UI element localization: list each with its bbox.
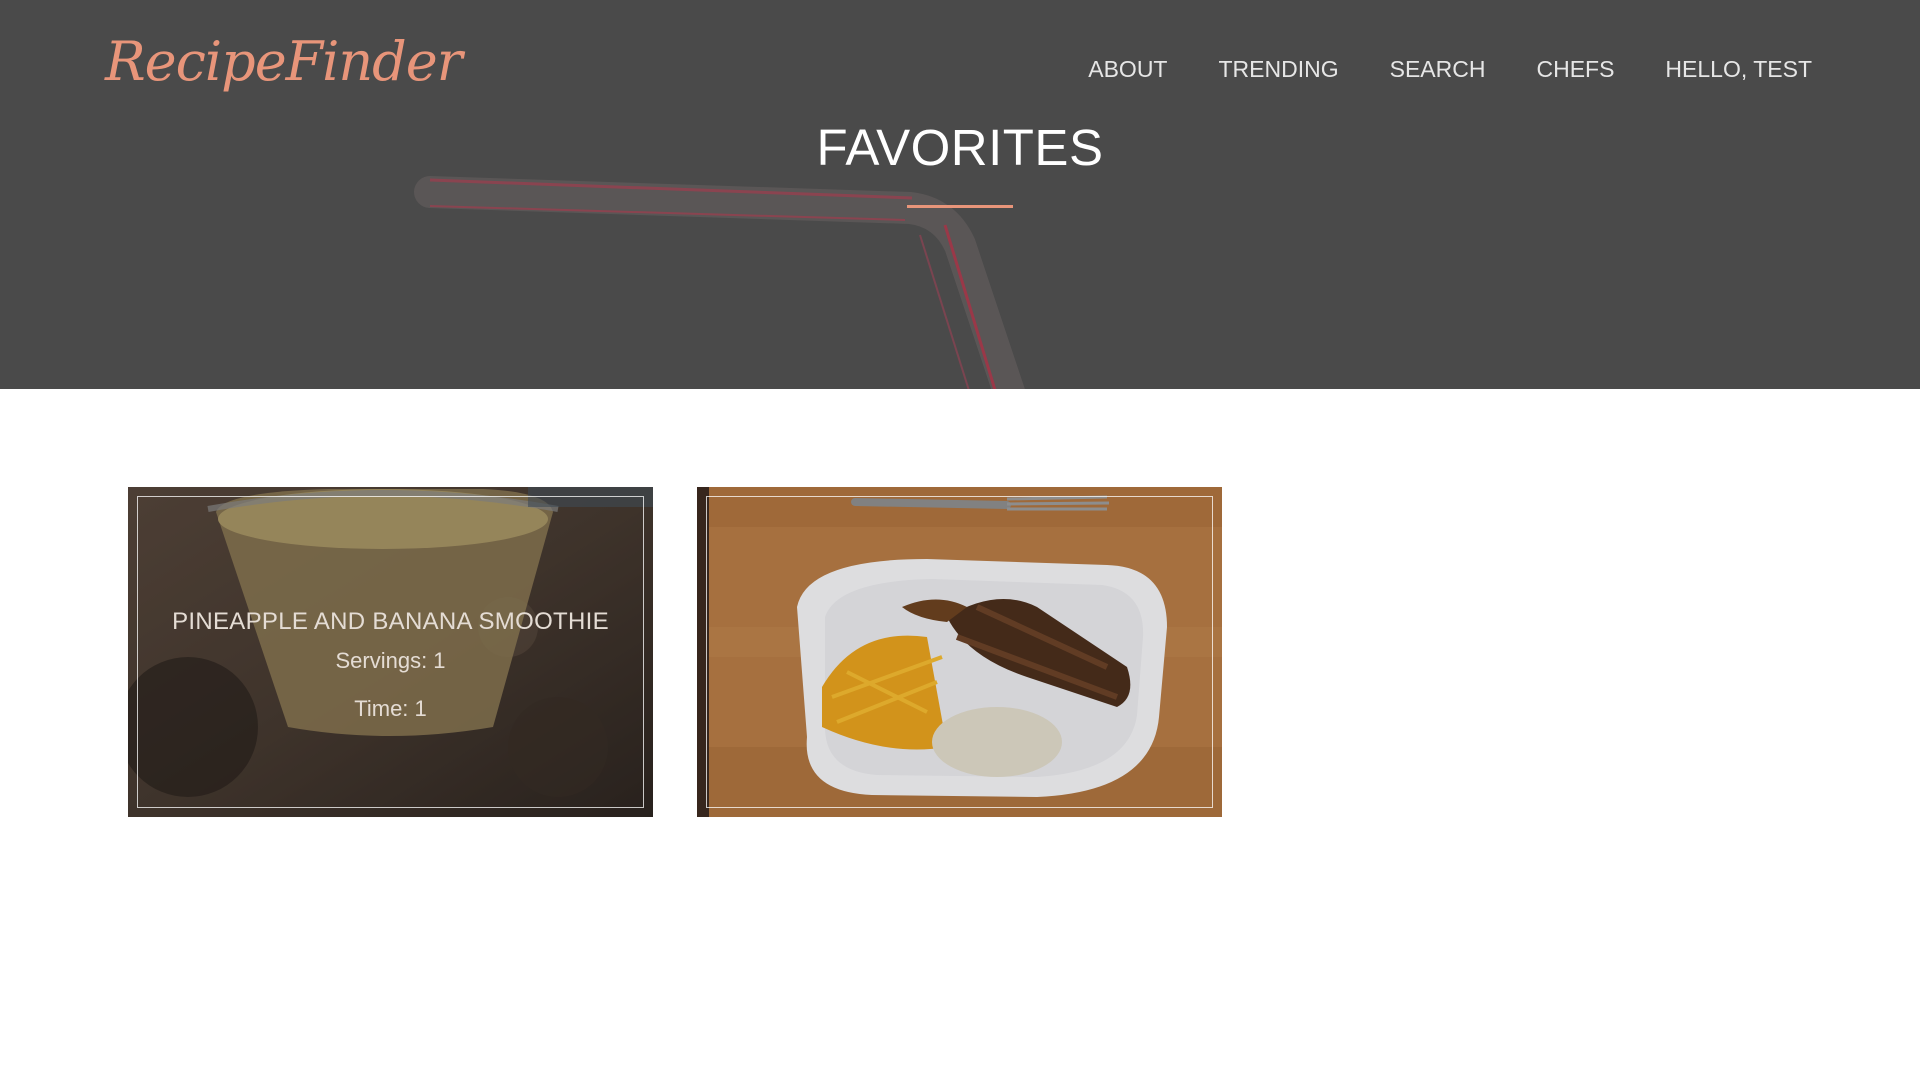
card-info: PINEAPPLE AND BANANA SMOOTHIE Servings: … — [128, 608, 653, 744]
card-info — [697, 608, 1222, 630]
recipe-time: Time: 1 — [354, 696, 427, 721]
nav-trending[interactable]: TRENDING — [1218, 56, 1338, 83]
page-title: FAVORITES — [816, 119, 1104, 176]
favorite-card[interactable] — [697, 487, 1222, 817]
favorite-card[interactable]: PINEAPPLE AND BANANA SMOOTHIE Servings: … — [128, 487, 653, 817]
nav-about[interactable]: ABOUT — [1088, 56, 1167, 83]
straw-background-image — [414, 176, 1025, 389]
recipe-servings: Servings: 1 — [335, 648, 446, 673]
recipe-title[interactable]: PINEAPPLE AND BANANA SMOOTHIE — [128, 608, 653, 636]
main-nav: ABOUT TRENDING SEARCH CHEFS HELLO, TEST — [1037, 56, 1812, 83]
title-underline — [907, 205, 1013, 208]
nav-user-greeting[interactable]: HELLO, TEST — [1665, 56, 1812, 83]
card-frame — [706, 496, 1213, 808]
nav-chefs[interactable]: CHEFS — [1536, 56, 1614, 83]
hero-banner: RecipeFinder ABOUT TRENDING SEARCH CHEFS… — [0, 0, 1920, 389]
nav-search[interactable]: SEARCH — [1390, 56, 1486, 83]
site-logo[interactable]: RecipeFinder — [105, 30, 463, 93]
